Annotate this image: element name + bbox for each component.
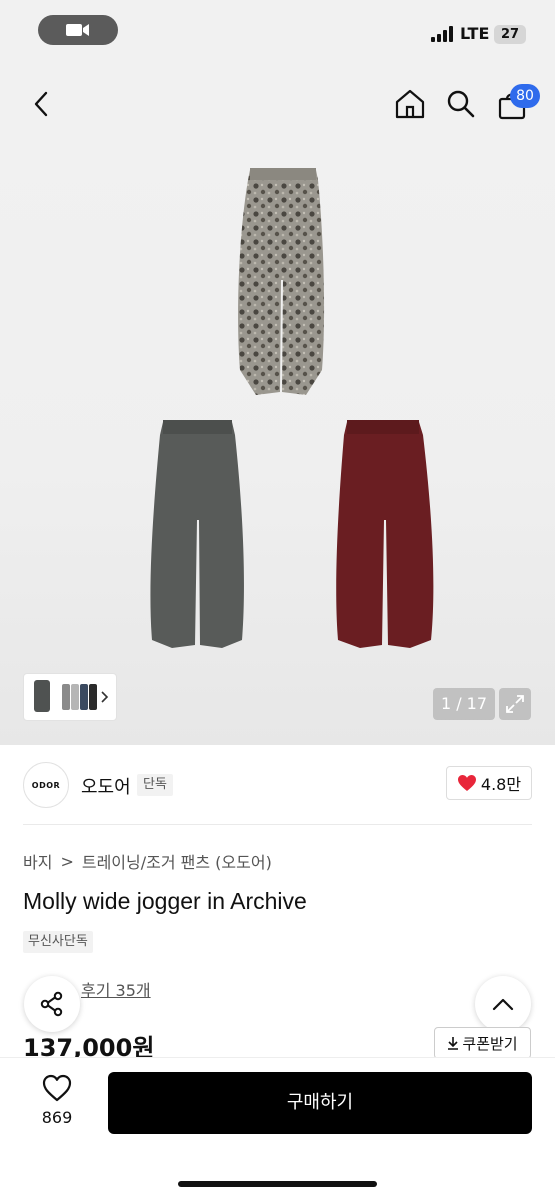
- expand-icon: [506, 695, 524, 713]
- back-icon: [34, 91, 48, 117]
- cart-count-badge: 80: [510, 84, 540, 108]
- expand-button[interactable]: [499, 688, 531, 720]
- home-indicator: [178, 1181, 377, 1187]
- product-image: [150, 168, 434, 648]
- review-link[interactable]: 후기 35개: [81, 977, 151, 1001]
- share-icon: [40, 991, 63, 1017]
- network-type: LTE: [460, 24, 490, 43]
- coupon-button[interactable]: 쿠폰받기: [434, 1027, 531, 1059]
- status-bar: LTE 27: [0, 0, 555, 70]
- thumbnail-image: [34, 680, 109, 712]
- search-icon: [447, 90, 475, 118]
- screen-recording-indicator: [38, 15, 118, 45]
- breadcrumb-item-category[interactable]: 트레이닝/조거 팬츠 (오도어): [82, 849, 272, 873]
- back-button[interactable]: [26, 88, 56, 120]
- product-image-gallery[interactable]: 1 / 17: [0, 140, 555, 745]
- exclusive-badge: 단독: [137, 774, 173, 796]
- buy-button[interactable]: 구매하기: [108, 1072, 532, 1134]
- product-title: Molly wide jogger in Archive: [23, 888, 307, 914]
- battery-icon: 27: [494, 25, 526, 44]
- home-icon: [395, 89, 425, 119]
- signal-icon: [431, 26, 453, 42]
- heart-icon: [457, 775, 476, 791]
- brand-name[interactable]: 오도어: [81, 773, 131, 799]
- image-thumbnail-strip[interactable]: [23, 673, 117, 721]
- brand-like-count: 4.8만: [480, 775, 522, 794]
- share-button[interactable]: [24, 976, 80, 1032]
- grey-pants: [150, 420, 244, 648]
- breadcrumb-separator: >: [60, 851, 74, 871]
- heart-outline-icon: [42, 1074, 72, 1102]
- brand-like-button[interactable]: 4.8만: [446, 766, 532, 800]
- search-button[interactable]: [443, 86, 479, 122]
- coupon-label: 쿠폰받기: [462, 1034, 518, 1053]
- download-icon: [448, 1037, 459, 1050]
- musinsa-exclusive-tag: 무신사단독: [23, 931, 93, 953]
- chevron-up-icon: [492, 998, 514, 1011]
- image-counter: 1 / 17: [433, 688, 495, 720]
- breadcrumb: 바지 > 트레이닝/조거 팬츠 (오도어): [23, 849, 272, 873]
- breadcrumb-item-pants[interactable]: 바지: [23, 849, 52, 873]
- wishlist-button[interactable]: [30, 1074, 84, 1106]
- burgundy-pants: [336, 420, 434, 648]
- home-button[interactable]: [392, 86, 428, 122]
- brand-logo[interactable]: ODOR: [23, 762, 69, 808]
- scroll-top-button[interactable]: [475, 976, 531, 1032]
- video-camera-icon: [66, 24, 89, 36]
- divider: [23, 824, 532, 825]
- wishlist-count: 869: [41, 1108, 73, 1127]
- leopard-pants: [238, 168, 325, 395]
